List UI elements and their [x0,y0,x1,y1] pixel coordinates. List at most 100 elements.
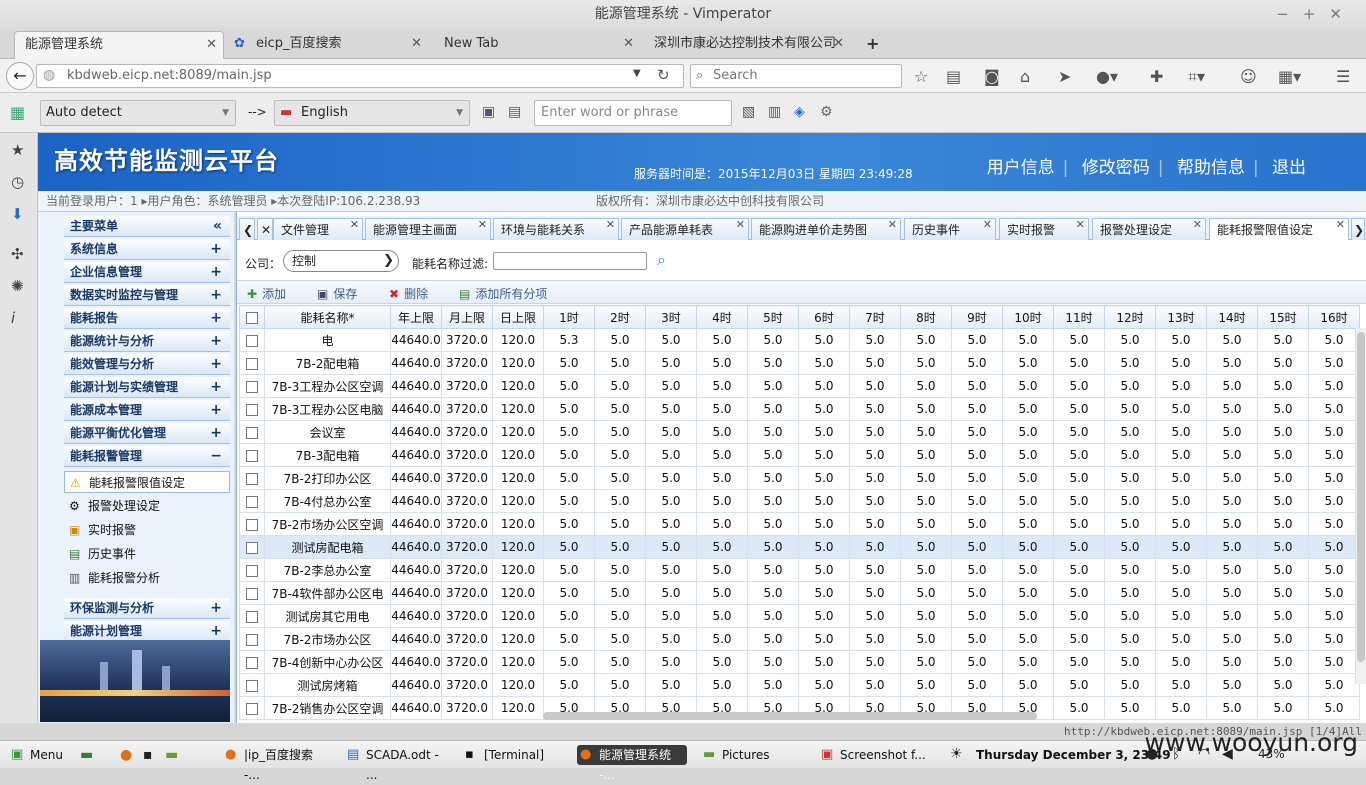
brightness-icon[interactable]: ☀ [950,746,963,762]
limit-cell[interactable]: 120.0 [492,604,544,628]
limit-cell[interactable]: 5.0 [1053,581,1105,605]
tab-environment-energy[interactable]: 环境与能耗关系 ✕ [493,218,619,240]
menu-realtime-monitor[interactable]: 数据实时监控与管理 + [64,285,230,306]
limit-cell[interactable]: 5.0 [1257,397,1309,421]
limit-cell[interactable]: 5.0 [1308,650,1360,674]
limit-cell[interactable]: 5.0 [645,397,697,421]
limit-cell[interactable]: 120.0 [492,627,544,651]
limit-cell[interactable]: 5.0 [1206,374,1258,398]
limit-cell[interactable]: 5.0 [1206,673,1258,697]
window-controls[interactable]: −+✕ [1276,0,1356,29]
limit-cell[interactable]: 5.0 [1104,466,1156,490]
checkbox[interactable] [246,679,258,692]
close-window-icon[interactable]: ✕ [1329,5,1356,23]
reading-list-icon[interactable]: ▤ [946,67,961,86]
limit-cell[interactable]: 5.0 [798,489,850,513]
energy-name-cell[interactable]: 7B-3工程办公区空调 [264,374,391,398]
change-password-link[interactable]: 修改密码 [1082,158,1150,178]
limit-cell[interactable]: 5.0 [849,351,901,375]
limit-cell[interactable]: 5.0 [747,489,799,513]
close-icon[interactable]: ✕ [736,214,745,236]
history-icon[interactable]: ◷ [11,173,24,191]
select-all-checkbox[interactable] [239,305,265,329]
limit-cell[interactable]: 5.0 [696,650,748,674]
bookmark-star-icon[interactable]: ☆ [914,67,928,86]
limit-cell[interactable]: 5.0 [1104,673,1156,697]
save-button[interactable]: ▣ 保存 [317,285,357,302]
submenu-alarm-limit[interactable]: ⚠ 能耗报警限值设定 [64,471,230,493]
limit-cell[interactable]: 5.0 [696,581,748,605]
url-text[interactable]: kbdweb.eicp.net:8089/main.jsp [67,65,272,87]
checkbox[interactable] [246,518,258,531]
limit-cell[interactable]: 5.0 [1155,374,1207,398]
limit-cell[interactable]: 5.0 [594,627,646,651]
browser-tab-baidu[interactable]: ✿ eicp_百度搜索 ✕ [228,31,428,59]
table-row[interactable]: 7B-3工程办公区电脑 44640.0 3720.0 120.0 5.0 5.0 5.0 5.… [239,397,1360,421]
limit-cell[interactable]: 5.0 [798,581,850,605]
checkbox[interactable] [246,380,258,393]
limit-cell[interactable]: 5.0 [951,397,1003,421]
limit-cell[interactable]: 5.0 [798,328,850,352]
limit-cell[interactable]: 5.0 [1155,696,1207,720]
limit-cell[interactable]: 5.0 [900,581,952,605]
limit-cell[interactable]: 5.0 [1206,558,1258,582]
column-header[interactable]: 2时 [594,305,646,329]
table-row[interactable]: 测试房烤箱 44640.0 3720.0 120.0 5.0 5.0 5.0 5.0 5.0 5.… [239,673,1360,697]
vertical-scrollbar[interactable] [1355,328,1366,684]
table-row[interactable]: 电 44640.0 3720.0 120.0 5.3 5.0 5.0 5.0 5.0 5.0 5.0… [239,328,1360,352]
row-checkbox[interactable] [239,535,265,559]
limit-cell[interactable]: 5.0 [798,558,850,582]
limit-cell[interactable]: 5.0 [1257,558,1309,582]
energy-name-cell[interactable]: 7B-3工程办公区电脑 [264,397,391,421]
settings-gear-icon[interactable]: ⚙ [820,104,833,120]
limit-cell[interactable]: 5.0 [951,351,1003,375]
limit-cell[interactable]: 5.0 [1257,650,1309,674]
tab-price-trend[interactable]: 能源购进单价走势图 ✕ [751,218,901,240]
checkbox[interactable] [246,633,258,646]
limit-cell[interactable]: 5.0 [1053,604,1105,628]
table-row[interactable]: 测试房配电箱 44640.0 3720.0 120.0 5.0 5.0 5.0 5.0 5.0 5… [239,535,1360,559]
limit-cell[interactable]: 5.0 [1155,627,1207,651]
limit-cell[interactable]: 5.0 [1002,328,1054,352]
close-icon[interactable]: ✕ [1076,214,1085,236]
limit-cell[interactable]: 5.0 [1155,351,1207,375]
table-row[interactable]: 7B-2李总办公室 44640.0 3720.0 120.0 5.0 5.0 5.0 5.0 5… [239,558,1360,582]
limit-cell[interactable]: 5.0 [1002,512,1054,536]
energy-name-cell[interactable]: 7B-4创新中心办公区 [264,650,391,674]
limit-cell[interactable]: 5.0 [1104,374,1156,398]
tab-history-event[interactable]: 历史事件 ✕ [904,218,996,240]
help-link[interactable]: 帮助信息 [1177,158,1245,178]
limit-cell[interactable]: 5.0 [645,466,697,490]
tab-close-all[interactable]: ✕ [257,218,273,240]
limit-cell[interactable]: 3720.0 [441,374,493,398]
limit-cell[interactable]: 5.0 [747,374,799,398]
limit-cell[interactable]: 5.0 [594,397,646,421]
limit-cell[interactable]: 5.0 [1257,351,1309,375]
limit-cell[interactable]: 5.0 [849,443,901,467]
language-icon[interactable]: ◈ [794,104,805,120]
limit-cell[interactable]: 5.0 [645,512,697,536]
limit-cell[interactable]: 5.0 [951,328,1003,352]
browser-tab-newtab[interactable]: New Tab ✕ [434,31,640,59]
menu-header[interactable]: 主要菜单 « [64,216,230,237]
limit-cell[interactable]: 5.0 [1308,489,1360,513]
limit-cell[interactable]: 120.0 [492,328,544,352]
terminal-icon[interactable]: ▪ [143,747,153,763]
limit-cell[interactable]: 5.0 [1002,581,1054,605]
limit-cell[interactable]: 44640.0 [390,581,442,605]
limit-cell[interactable]: 5.0 [1308,420,1360,444]
energy-name-cell[interactable]: 7B-2市场办公区 [264,627,391,651]
limit-cell[interactable]: 5.0 [1257,489,1309,513]
menu-plan-manage[interactable]: 能源计划管理 + [64,621,230,642]
limit-cell[interactable]: 120.0 [492,581,544,605]
menu-energy-alarm[interactable]: 能耗报警管理 − [64,446,230,467]
limit-cell[interactable]: 5.0 [1206,627,1258,651]
limit-cell[interactable]: 3720.0 [441,397,493,421]
column-header[interactable]: 1时 [543,305,595,329]
limit-cell[interactable]: 5.0 [951,581,1003,605]
limit-cell[interactable]: 5.0 [645,650,697,674]
checkbox[interactable] [246,702,258,715]
task-terminal[interactable]: ▪ [Terminal] [462,745,566,765]
home-icon[interactable]: ⌂ [1020,67,1030,86]
limit-cell[interactable]: 5.0 [543,351,595,375]
